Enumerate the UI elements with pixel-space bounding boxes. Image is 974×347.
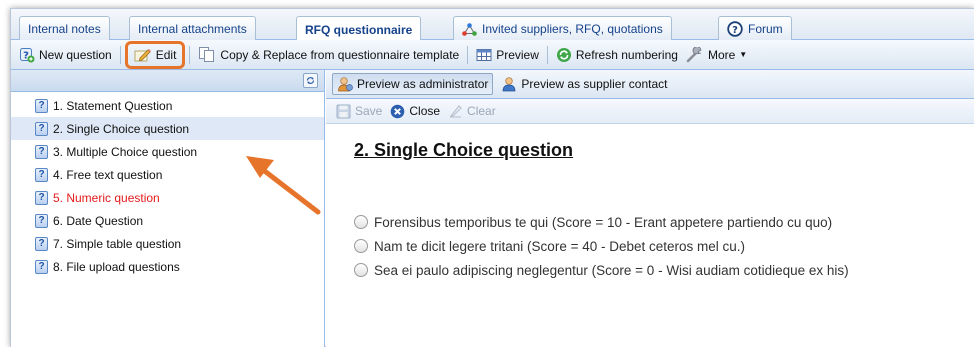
question-icon: ?: [35, 190, 48, 205]
more-label: More: [707, 47, 736, 62]
question-icon: ?: [35, 236, 48, 251]
refresh-icon: [556, 47, 572, 63]
clear-button[interactable]: Clear: [444, 101, 500, 121]
question-icon: ?: [35, 98, 48, 113]
tab-bar: Internal notes Internal attachments RFQ …: [11, 9, 974, 42]
tree-item-3[interactable]: ? 3. Multiple Choice question: [11, 140, 324, 163]
question-tree-panel: ? 1. Statement Question ? 2. Single Choi…: [11, 70, 325, 347]
eraser-icon: [448, 104, 463, 118]
preview-as-supplier-label: Preview as supplier contact: [521, 77, 668, 91]
toolbar-separator: [467, 45, 469, 64]
preview-button[interactable]: Preview: [472, 44, 543, 66]
preview-as-supplier-button[interactable]: Preview as supplier contact: [497, 73, 671, 95]
tree-item-label: 5. Numeric question: [53, 190, 160, 205]
close-button[interactable]: Close: [386, 101, 444, 121]
pencil-edit-icon: [134, 47, 152, 63]
question-tree: ? 1. Statement Question ? 2. Single Choi…: [11, 92, 324, 278]
answer-options: Forensibus temporibus te qui (Score = 10…: [354, 210, 974, 282]
question-icon: ?: [35, 259, 48, 274]
answer-option[interactable]: Nam te dicit legere tritani (Score = 40 …: [354, 234, 974, 258]
save-disk-icon: [336, 104, 351, 119]
radio-button[interactable]: [354, 239, 368, 253]
main-toolbar: ? New question Edit Copy & Replace from …: [11, 40, 974, 70]
tab-internal-notes[interactable]: Internal notes: [19, 16, 110, 41]
tree-panel-header: [11, 70, 324, 92]
tree-item-label: 6. Date Question: [53, 213, 144, 228]
edit-label: Edit: [155, 47, 177, 62]
tab-internal-attachments[interactable]: Internal attachments: [129, 16, 256, 41]
svg-text:?: ?: [732, 25, 738, 36]
question-icon: ?: [35, 167, 48, 182]
tree-refresh-button[interactable]: [303, 73, 318, 88]
preview-as-admin-label: Preview as administrator: [357, 77, 489, 91]
more-menu-button[interactable]: More ▼: [682, 44, 751, 66]
tab-rfq-questionnaire[interactable]: RFQ questionnaire: [296, 16, 422, 42]
tree-item-6[interactable]: ? 6. Date Question: [11, 209, 324, 232]
answer-option[interactable]: Forensibus temporibus te qui (Score = 10…: [354, 210, 974, 234]
radio-button[interactable]: [354, 215, 368, 229]
question-icon: ?: [35, 121, 48, 136]
new-question-button[interactable]: ? New question: [15, 44, 116, 66]
close-label: Close: [409, 104, 441, 118]
new-question-icon: ?: [19, 47, 35, 63]
tree-item-7[interactable]: ? 7. Simple table question: [11, 232, 324, 255]
preview-as-admin-button[interactable]: Preview as administrator: [332, 73, 494, 95]
answer-option-label: Sea ei paulo adipiscing neglegentur (Sco…: [374, 262, 849, 278]
toolbar-separator: [189, 45, 191, 64]
network-icon: [462, 22, 477, 36]
tab-label: Forum: [748, 22, 783, 36]
tree-item-label: 8. File upload questions: [53, 259, 180, 274]
toolbar-separator: [119, 45, 121, 64]
copy-replace-label: Copy & Replace from questionnaire templa…: [220, 47, 460, 62]
user-icon: [501, 76, 517, 92]
preview-mode-bar: Preview as administrator Preview as supp…: [326, 70, 974, 99]
edit-button[interactable]: Edit: [124, 40, 186, 69]
tree-item-label: 3. Multiple Choice question: [53, 144, 198, 159]
tab-label: Invited suppliers, RFQ, quotations: [482, 22, 663, 36]
answer-option[interactable]: Sea ei paulo adipiscing neglegentur (Sco…: [354, 258, 974, 282]
app-window: Internal notes Internal attachments RFQ …: [10, 8, 974, 347]
tree-item-5[interactable]: ? 5. Numeric question: [11, 186, 324, 209]
caret-down-icon: ▼: [739, 50, 748, 59]
save-label: Save: [355, 104, 383, 118]
tree-item-1[interactable]: ? 1. Statement Question: [11, 94, 324, 117]
tree-item-label: 4. Free text question: [53, 167, 163, 182]
copy-replace-button[interactable]: Copy & Replace from questionnaire templa…: [194, 44, 463, 66]
tree-item-8[interactable]: ? 8. File upload questions: [11, 255, 324, 278]
help-circle-icon: ?: [727, 21, 743, 37]
tree-item-label: 7. Simple table question: [53, 236, 182, 251]
copy-pages-icon: [198, 46, 216, 63]
tree-item-label: 2. Single Choice question: [53, 121, 190, 136]
refresh-icon: [306, 77, 315, 84]
tab-label: Internal attachments: [138, 22, 247, 36]
tab-label: Internal notes: [28, 22, 101, 36]
refresh-numbering-button[interactable]: Refresh numbering: [552, 44, 682, 66]
admin-user-icon: [337, 76, 353, 92]
question-icon: ?: [35, 144, 48, 159]
wrench-icon: [686, 46, 704, 63]
save-button[interactable]: Save: [332, 101, 386, 121]
close-icon: [390, 104, 405, 119]
question-action-bar: Save Close Clear: [326, 99, 974, 124]
tab-label: RFQ questionnaire: [305, 22, 413, 37]
tree-item-4[interactable]: ? 4. Free text question: [11, 163, 324, 186]
question-icon: ?: [35, 213, 48, 228]
clear-label: Clear: [467, 104, 496, 118]
tab-invited-suppliers[interactable]: Invited suppliers, RFQ, quotations: [453, 16, 672, 41]
answer-option-label: Nam te dicit legere tritani (Score = 40 …: [374, 238, 746, 254]
tab-forum[interactable]: ? Forum: [718, 16, 792, 41]
radio-button[interactable]: [354, 263, 368, 277]
refresh-numbering-label: Refresh numbering: [575, 47, 678, 62]
preview-panel: Preview as administrator Preview as supp…: [326, 70, 974, 347]
tree-item-2[interactable]: ? 2. Single Choice question: [11, 117, 324, 140]
new-question-label: New question: [39, 47, 112, 62]
answer-option-label: Forensibus temporibus te qui (Score = 10…: [374, 214, 833, 230]
question-preview: 2. Single Choice question Forensibus tem…: [326, 124, 974, 282]
table-preview-icon: [476, 48, 492, 62]
toolbar-separator: [546, 45, 548, 64]
tree-item-label: 1. Statement Question: [53, 98, 173, 113]
preview-label: Preview: [496, 47, 539, 62]
question-title: 2. Single Choice question: [354, 140, 574, 160]
